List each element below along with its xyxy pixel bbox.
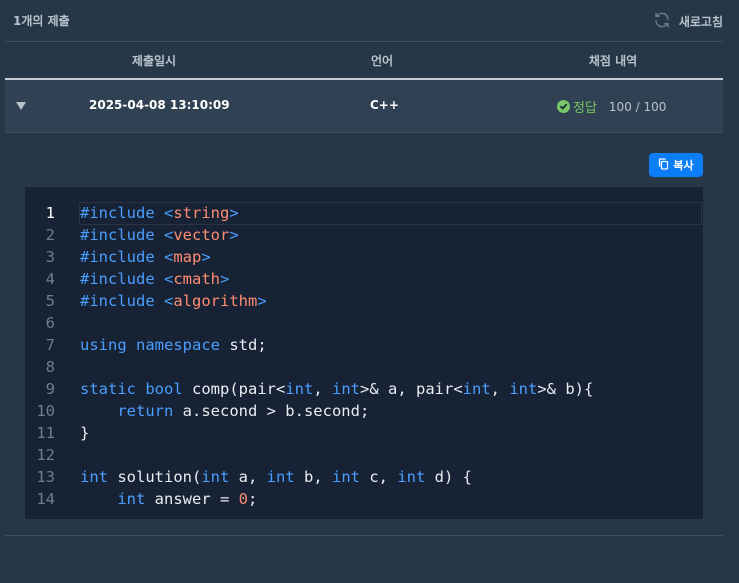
code-line[interactable]: 3 #include <map>: [25, 246, 703, 268]
copy-label: 복사: [673, 159, 694, 172]
code-text: #include <cmath>: [80, 270, 230, 288]
line-number: 1: [45, 204, 55, 222]
line-number: 4: [45, 270, 55, 288]
line-number: 10: [36, 402, 55, 420]
submission-language: C++: [370, 98, 399, 112]
code-line[interactable]: 13 int solution(int a, int b, int c, int …: [25, 466, 703, 488]
line-number: 3: [45, 248, 55, 266]
code-text: #include <vector>: [80, 226, 239, 244]
code-line[interactable]: 4 #include <cmath>: [25, 268, 703, 290]
copy-icon: [658, 157, 669, 173]
refresh-button[interactable]: 새로고침: [653, 11, 723, 32]
copy-button[interactable]: 복사: [649, 153, 703, 177]
column-header-result: 채점 내역: [588, 54, 638, 68]
line-number: 14: [36, 490, 55, 508]
code-line[interactable]: 1 #include <string>: [25, 202, 703, 225]
code-text: int answer = 0;: [117, 490, 258, 508]
code-line[interactable]: 14 int answer = 0;: [25, 488, 703, 510]
code-text: static bool comp(pair<int, int>& a, pair…: [80, 380, 594, 398]
divider: [5, 132, 723, 133]
code-text: }: [80, 424, 90, 442]
code-line[interactable]: 6: [25, 312, 703, 334]
line-number: 2: [45, 226, 55, 244]
submission-count: 1개의 제출: [13, 14, 70, 28]
line-number: 6: [45, 314, 55, 332]
code-line[interactable]: 9 static bool comp(pair<int, int>& a, pai…: [25, 378, 703, 400]
refresh-icon: [653, 11, 671, 32]
code-text: #include <algorithm>: [80, 292, 267, 310]
line-number: 11: [36, 424, 55, 442]
code-line[interactable]: 8: [25, 356, 703, 378]
code-line[interactable]: 11}: [25, 422, 703, 444]
line-number: 12: [36, 446, 55, 464]
code-editor[interactable]: 1 #include <string> 2 #include <vector> 3 #in…: [25, 187, 703, 519]
code-lines: 1 #include <string> 2 #include <vector> 3 #in…: [25, 202, 703, 510]
refresh-label: 새로고침: [678, 15, 723, 29]
code-text: #include <string>: [80, 204, 239, 222]
check-circle-icon: [557, 100, 570, 113]
expand-caret-icon[interactable]: [16, 102, 26, 110]
column-header-date: 제출일시: [131, 54, 177, 68]
line-number: 5: [45, 292, 55, 310]
line-number: 9: [45, 380, 55, 398]
table-row[interactable]: 2025-04-08 13:10:09 C++ 정답 100 / 100: [5, 80, 723, 132]
table-header: 제출일시 언어 채점 내역: [5, 42, 723, 78]
code-line[interactable]: 10 return a.second > b.second;: [25, 400, 703, 422]
code-line[interactable]: 5 #include <algorithm>: [25, 290, 703, 312]
submission-result: 정답 100 / 100: [557, 97, 666, 116]
code-line[interactable]: 7 using namespace std;: [25, 334, 703, 356]
line-number: 8: [45, 358, 55, 376]
line-number: 7: [45, 336, 55, 354]
submission-header: 1개의 제출 새로고침: [0, 0, 739, 40]
code-text: return a.second > b.second;: [117, 402, 370, 420]
code-line[interactable]: 2 #include <vector>: [25, 224, 703, 246]
score-text: 100 / 100: [608, 99, 667, 114]
code-text: #include <map>: [80, 248, 211, 266]
divider: [5, 535, 723, 536]
line-number: 13: [36, 468, 55, 486]
code-line[interactable]: 12: [25, 444, 703, 466]
code-text: using namespace std;: [80, 336, 267, 354]
submission-date: 2025-04-08 13:10:09: [89, 98, 230, 112]
status-badge: 정답: [573, 101, 597, 116]
code-text: int solution(int a, int b, int c, int d)…: [80, 468, 472, 486]
column-header-language: 언어: [370, 54, 394, 68]
